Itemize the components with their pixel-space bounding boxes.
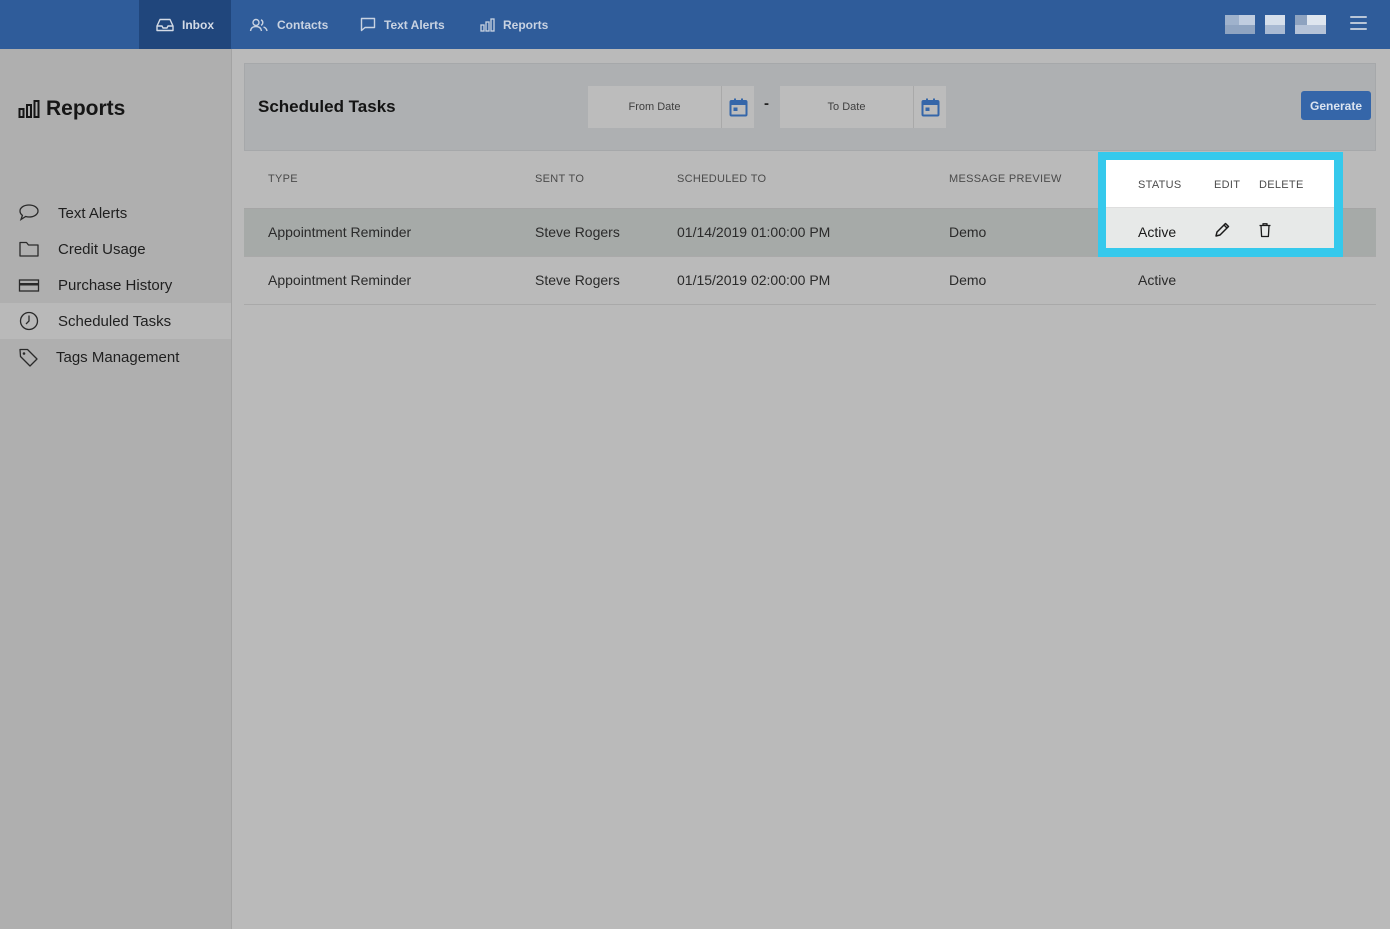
inbox-icon	[156, 18, 174, 31]
top-navigation-bar: Inbox Contacts Text Alerts Reports	[0, 0, 1390, 49]
column-header-sent-to: SENT TO	[535, 173, 585, 185]
to-date-field[interactable]: To Date	[780, 86, 946, 128]
cell-scheduled-to: 01/14/2019 01:00:00 PM	[677, 224, 831, 240]
to-date-placeholder: To Date	[827, 101, 866, 113]
highlight-box: STATUS EDIT DELETE Active	[1098, 152, 1343, 257]
sidebar-item-label: Scheduled Tasks	[58, 312, 172, 330]
delete-button[interactable]	[1258, 222, 1272, 238]
tab-label: Reports	[503, 17, 549, 32]
sidebar-item-label: Text Alerts	[58, 204, 128, 222]
sidebar-item-label: Purchase History	[58, 276, 173, 294]
cell-sent-to: Steve Rogers	[535, 224, 620, 240]
sidebar-title-label: Reports	[46, 97, 126, 120]
pencil-icon	[1215, 222, 1230, 237]
tab-label: Text Alerts	[384, 17, 445, 32]
sidebar-item-label: Tags Management	[56, 348, 180, 366]
hamburger-menu-icon[interactable]	[1348, 14, 1370, 34]
calendar-icon	[729, 98, 748, 116]
cell-sent-to: Steve Rogers	[535, 272, 620, 288]
column-header-edit: EDIT	[1214, 179, 1241, 191]
highlight-header: STATUS EDIT DELETE	[1106, 160, 1334, 208]
highlight-row: Active	[1106, 208, 1334, 248]
trash-icon	[1259, 223, 1271, 238]
column-header-type: TYPE	[268, 173, 298, 185]
chat-bubble-icon	[19, 204, 39, 222]
chat-bubble-icon	[360, 17, 376, 32]
column-header-message-preview: MESSAGE PREVIEW	[949, 173, 1062, 185]
sidebar-item-purchase-history[interactable]: Purchase History	[0, 267, 231, 303]
report-header: Scheduled Tasks From Date - To Date Gene…	[244, 63, 1376, 151]
cell-message-preview: Demo	[949, 272, 987, 288]
credit-card-icon	[18, 279, 40, 292]
highlight-content: STATUS EDIT DELETE Active	[1106, 160, 1334, 248]
from-date-calendar-button[interactable]	[721, 86, 755, 128]
edit-button[interactable]	[1213, 221, 1231, 239]
bar-chart-icon	[18, 100, 40, 118]
from-date-field[interactable]: From Date	[588, 86, 754, 128]
tab-label: Contacts	[277, 17, 329, 32]
tab-text-alerts[interactable]: Text Alerts	[360, 0, 445, 49]
sidebar-item-text-alerts[interactable]: Text Alerts	[0, 195, 231, 231]
folder-icon	[19, 241, 39, 257]
to-date-calendar-button[interactable]	[913, 86, 947, 128]
tab-label: Inbox	[182, 17, 214, 32]
tab-reports[interactable]: Reports	[480, 0, 548, 49]
page-title: Scheduled Tasks	[258, 97, 396, 116]
generate-button[interactable]: Generate	[1301, 91, 1371, 120]
cell-type: Appointment Reminder	[268, 272, 412, 288]
cell-status: Active	[1138, 224, 1177, 240]
column-header-status: STATUS	[1138, 179, 1182, 191]
calendar-icon	[921, 98, 940, 116]
column-header-scheduled-to: SCHEDULED TO	[677, 173, 767, 185]
date-range-separator: -	[764, 95, 769, 112]
contacts-icon	[249, 18, 268, 31]
from-date-placeholder: From Date	[628, 101, 681, 113]
table-row[interactable]: Appointment Reminder Steve Rogers 01/15/…	[244, 257, 1376, 305]
clock-icon	[19, 311, 39, 331]
sidebar-item-credit-usage[interactable]: Credit Usage	[0, 231, 231, 267]
cell-scheduled-to: 01/15/2019 02:00:00 PM	[677, 272, 831, 288]
sidebar: Reports Text Alerts Credit Usage Purchas…	[0, 49, 232, 929]
user-account-pixelated[interactable]	[1225, 15, 1326, 34]
sidebar-item-scheduled-tasks[interactable]: Scheduled Tasks	[0, 303, 231, 339]
sidebar-item-tags-management[interactable]: Tags Management	[0, 339, 231, 375]
tab-inbox[interactable]: Inbox	[139, 0, 231, 49]
cell-status: Active	[1138, 272, 1177, 288]
cell-type: Appointment Reminder	[268, 224, 412, 240]
bar-chart-icon	[480, 17, 495, 32]
sidebar-title: Reports	[18, 97, 125, 121]
cell-message-preview: Demo	[949, 224, 987, 240]
column-header-delete: DELETE	[1259, 179, 1304, 191]
tag-icon	[19, 348, 38, 367]
tab-contacts[interactable]: Contacts	[249, 0, 328, 49]
sidebar-item-label: Credit Usage	[58, 240, 146, 258]
